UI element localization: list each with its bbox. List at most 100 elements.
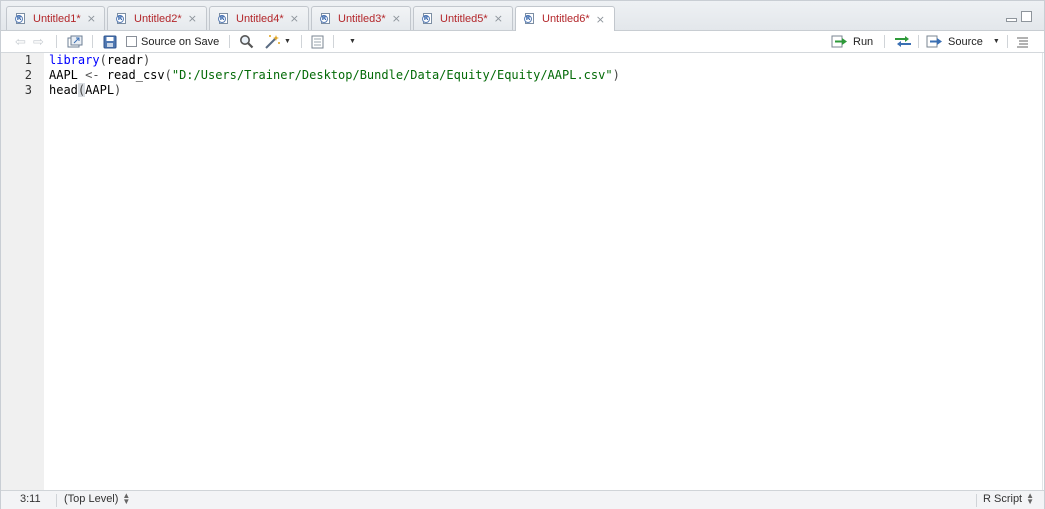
go-back-button[interactable]: ⇦	[15, 33, 26, 50]
source-editor-pane: R Untitled1* × R Untitled2* × R Untitled…	[0, 0, 1045, 509]
compile-report-button[interactable]	[310, 33, 325, 50]
save-icon	[103, 35, 117, 48]
tab-label: Untitled4*	[236, 12, 284, 25]
toolbar-divider	[333, 35, 334, 48]
status-bar: 3:11 (Top Level) ▲ ▼ R Script ▲ ▼	[1, 490, 1044, 509]
tab-label: Untitled5*	[440, 12, 488, 25]
toolbar-divider	[56, 35, 57, 48]
toolbar-divider	[92, 35, 93, 48]
run-button[interactable]: Run	[831, 33, 873, 50]
chevron-down-icon[interactable]: ▼	[993, 38, 1000, 45]
rerun-icon	[895, 36, 911, 47]
checkbox-box[interactable]	[126, 36, 137, 47]
scope-selector[interactable]: (Top Level) ▲ ▼	[64, 491, 131, 506]
close-icon[interactable]: ×	[596, 13, 605, 26]
cursor-position: 3:11	[20, 493, 41, 505]
source-on-save-label: Source on Save	[141, 35, 220, 48]
line-number-gutter: 1 2 3	[1, 53, 44, 490]
paren-open: (	[99, 53, 107, 67]
r-file-icon: R	[422, 12, 434, 25]
line-number: 3	[24, 83, 32, 97]
run-icon	[831, 35, 847, 48]
variable: AAPL	[49, 68, 78, 82]
tab-untitled4[interactable]: R Untitled4* ×	[209, 6, 309, 30]
run-label: Run	[853, 35, 874, 48]
more-options-dropdown[interactable]: ▼	[346, 33, 356, 50]
r-file-icon: R	[524, 13, 536, 25]
tab-untitled3[interactable]: R Untitled3* ×	[311, 6, 411, 30]
tab-untitled5[interactable]: R Untitled5* ×	[413, 6, 513, 30]
assign-operator: <-	[85, 68, 100, 82]
arrow-right-icon: ⇨	[33, 33, 44, 49]
file-type-label: R Script	[983, 493, 1023, 505]
source-button[interactable]: Source ▼	[926, 33, 1000, 50]
string-literal: "D:/Users/Trainer/Desktop/Bundle/Data/Eq…	[171, 68, 613, 82]
toolbar-divider	[918, 35, 919, 48]
minimize-pane-button[interactable]	[1006, 18, 1017, 22]
outline-icon	[1017, 37, 1028, 47]
r-file-icon: R	[15, 12, 27, 25]
vertical-scrollbar[interactable]	[1042, 53, 1043, 490]
rerun-button[interactable]	[893, 33, 913, 50]
source-icon	[926, 35, 942, 48]
show-in-new-window-button[interactable]	[67, 33, 83, 50]
magic-wand-icon	[265, 35, 280, 49]
updown-chevron-icon: ▲ ▼	[122, 491, 131, 506]
status-divider	[976, 494, 977, 507]
go-forward-button[interactable]: ⇨	[33, 33, 44, 50]
paren-close: )	[142, 53, 151, 67]
toolbar-divider	[884, 35, 885, 48]
r-file-icon: R	[116, 12, 128, 25]
r-file-icon: R	[320, 12, 332, 25]
tab-untitled2[interactable]: R Untitled2* ×	[107, 6, 207, 30]
code-line-1[interactable]: library(readr)	[49, 53, 1034, 68]
toolbar-divider	[1007, 35, 1008, 48]
paren-close: )	[114, 83, 122, 97]
close-icon[interactable]: ×	[188, 12, 197, 25]
document-outline-button[interactable]	[1016, 33, 1029, 50]
find-replace-button[interactable]	[239, 33, 254, 50]
updown-chevron-icon: ▲ ▼	[1026, 491, 1035, 506]
tab-label: Untitled3*	[338, 12, 386, 25]
chevron-down-icon: ▼	[349, 38, 356, 45]
code-tools-button[interactable]: ▼	[264, 33, 291, 50]
notebook-icon	[311, 35, 324, 48]
search-icon	[240, 35, 254, 49]
close-icon[interactable]: ×	[392, 12, 401, 25]
close-icon[interactable]: ×	[290, 12, 299, 25]
paren-close: )	[612, 68, 620, 82]
tab-label: Untitled1*	[33, 12, 81, 25]
tab-bar: R Untitled1* × R Untitled2* × R Untitled…	[1, 1, 1044, 31]
code-line-3[interactable]: head(AAPL)	[49, 83, 1034, 98]
toolbar-divider	[301, 35, 302, 48]
close-icon[interactable]: ×	[494, 12, 503, 25]
source-label: Source	[948, 35, 983, 48]
pane-window-controls	[1006, 11, 1032, 22]
chevron-down-icon: ▼	[284, 38, 291, 45]
argument: AAPL	[85, 83, 115, 97]
tab-untitled1[interactable]: R Untitled1* ×	[6, 6, 105, 30]
argument: readr	[106, 53, 143, 67]
source-on-save-checkbox[interactable]: Source on Save	[126, 33, 219, 50]
function-name: library	[49, 53, 100, 67]
editor-toolbar: ⇦ ⇨ Source on Save ▼ ▼ Run Source ▼	[1, 31, 1044, 53]
arrow-left-icon: ⇦	[15, 33, 26, 49]
code-editor[interactable]: library(readr) AAPL <- read_csv("D:/User…	[49, 53, 1034, 98]
tab-untitled6[interactable]: R Untitled6* ×	[515, 6, 615, 31]
maximize-pane-button[interactable]	[1021, 11, 1032, 22]
code-line-2[interactable]: AAPL <- read_csv("D:/Users/Trainer/Deskt…	[49, 68, 1034, 83]
function-name: read_csv	[106, 68, 165, 82]
tab-label: Untitled6*	[542, 13, 590, 25]
save-button[interactable]	[103, 33, 117, 50]
tab-label: Untitled2*	[134, 12, 182, 25]
scope-label: (Top Level)	[64, 493, 119, 505]
paren-open: (	[164, 68, 172, 82]
close-icon[interactable]: ×	[87, 12, 96, 25]
r-file-icon: R	[218, 12, 230, 25]
function-name: head	[49, 83, 78, 97]
new-window-icon	[67, 35, 83, 47]
toolbar-divider	[229, 35, 230, 48]
line-number: 2	[24, 68, 32, 82]
status-divider	[56, 494, 57, 507]
file-type-selector[interactable]: R Script ▲ ▼	[983, 491, 1035, 506]
